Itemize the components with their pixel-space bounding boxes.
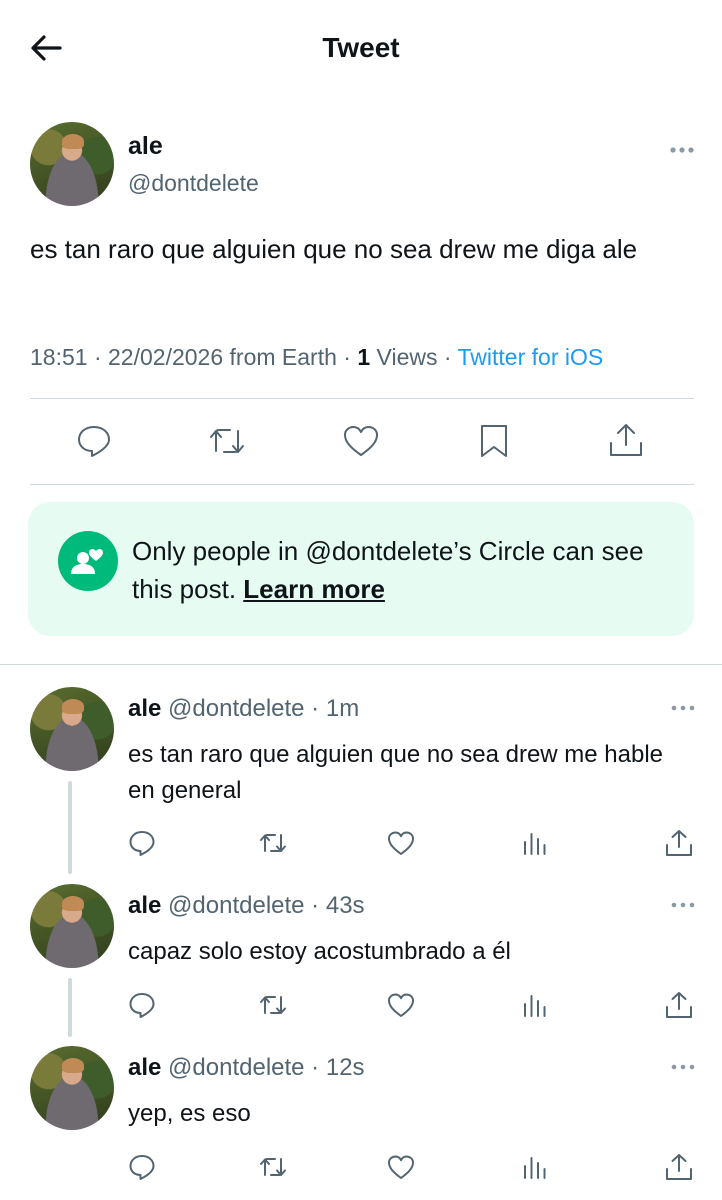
retweet-icon — [210, 429, 244, 453]
avatar[interactable] — [30, 884, 114, 968]
reply-icon — [129, 831, 155, 856]
reply-icon — [78, 426, 110, 457]
reply-text: capaz solo estoy acostumbrado a él — [128, 938, 511, 965]
reply-button[interactable] — [74, 421, 114, 461]
share-icon — [666, 992, 692, 1018]
heart-icon — [388, 831, 414, 855]
views-icon — [524, 833, 546, 855]
circle-notice-message: Only people in @dontdelete’s Circle can … — [132, 536, 644, 604]
avatar[interactable] — [30, 687, 114, 771]
like-button[interactable] — [386, 1152, 416, 1182]
more-options-button[interactable] — [668, 140, 696, 160]
reply-text: yep, es eso — [128, 1100, 251, 1127]
reply-name: ale — [128, 1054, 162, 1081]
reply-meta: @dontdelete · 12s — [168, 1054, 365, 1081]
share-button[interactable] — [664, 990, 694, 1020]
more-horizontal-icon — [671, 705, 695, 711]
share-button[interactable] — [606, 421, 646, 461]
reply-name: ale — [128, 892, 162, 919]
author-handle[interactable]: @dontdelete — [128, 170, 259, 197]
more-horizontal-icon — [671, 902, 695, 908]
more-options-button[interactable] — [670, 896, 696, 914]
reply-author[interactable]: ale @dontdelete · 1m — [128, 695, 359, 723]
like-button[interactable] — [386, 990, 416, 1020]
learn-more-link[interactable]: Learn more — [243, 574, 385, 604]
reply-icon — [129, 1155, 155, 1180]
retweet-button[interactable] — [207, 421, 247, 461]
retweet-icon — [260, 996, 286, 1014]
views-button[interactable] — [520, 1152, 550, 1182]
more-horizontal-icon — [670, 147, 694, 153]
views-icon — [524, 995, 546, 1017]
retweet-icon — [260, 1158, 286, 1176]
tweet-location: from Earth — [229, 344, 337, 370]
reply-name: ale — [128, 695, 162, 722]
retweet-icon — [260, 834, 286, 852]
reply-button[interactable] — [127, 1152, 157, 1182]
views-label[interactable]: Views — [377, 344, 438, 370]
views-count[interactable]: 1 — [357, 344, 370, 370]
views-icon — [524, 1157, 546, 1179]
share-icon — [666, 830, 692, 856]
reply-meta: @dontdelete · 1m — [168, 695, 360, 722]
reply-button[interactable] — [127, 828, 157, 858]
tweet-date: 22/02/2026 — [108, 344, 224, 370]
divider — [30, 398, 694, 399]
share-button[interactable] — [664, 828, 694, 858]
reply-author[interactable]: ale @dontdelete · 12s — [128, 1054, 365, 1082]
divider — [30, 484, 694, 485]
tweet-time: 18:51 — [30, 344, 88, 370]
reply-text: es tan raro que alguien que no sea drew … — [128, 741, 664, 804]
views-button[interactable] — [520, 828, 550, 858]
share-icon — [610, 424, 642, 456]
section-divider — [0, 664, 722, 665]
retweet-button[interactable] — [258, 828, 288, 858]
heart-icon — [388, 993, 414, 1017]
thread-line — [68, 978, 72, 1037]
circle-people-icon — [58, 531, 118, 591]
more-horizontal-icon — [671, 1064, 695, 1070]
avatar[interactable] — [30, 1046, 114, 1130]
thread-line — [68, 781, 72, 874]
views-button[interactable] — [520, 990, 550, 1020]
retweet-button[interactable] — [258, 990, 288, 1020]
tweet-text: es tan raro que alguien que no sea drew … — [30, 234, 638, 264]
reply-icon — [129, 993, 155, 1018]
page-title: Tweet — [322, 32, 400, 63]
more-options-button[interactable] — [670, 699, 696, 717]
author-name[interactable]: ale — [128, 132, 163, 161]
tweet-meta: 18:51 · 22/02/2026 from Earth · 1 Views … — [30, 344, 604, 370]
tweet-source-link[interactable]: Twitter for iOS — [458, 344, 604, 370]
share-icon — [666, 1154, 692, 1180]
share-button[interactable] — [664, 1152, 694, 1182]
like-button[interactable] — [341, 421, 381, 461]
retweet-button[interactable] — [258, 1152, 288, 1182]
heart-icon — [388, 1155, 414, 1179]
reply-author[interactable]: ale @dontdelete · 43s — [128, 892, 365, 920]
reply-meta: @dontdelete · 43s — [168, 892, 365, 919]
circle-notice-text: Only people in @dontdelete’s Circle can … — [132, 532, 672, 608]
bookmark-button[interactable] — [474, 421, 514, 461]
like-button[interactable] — [386, 828, 416, 858]
more-options-button[interactable] — [670, 1058, 696, 1076]
avatar[interactable] — [30, 122, 114, 206]
bookmark-icon — [481, 425, 507, 457]
reply-button[interactable] — [127, 990, 157, 1020]
heart-icon — [344, 426, 378, 456]
